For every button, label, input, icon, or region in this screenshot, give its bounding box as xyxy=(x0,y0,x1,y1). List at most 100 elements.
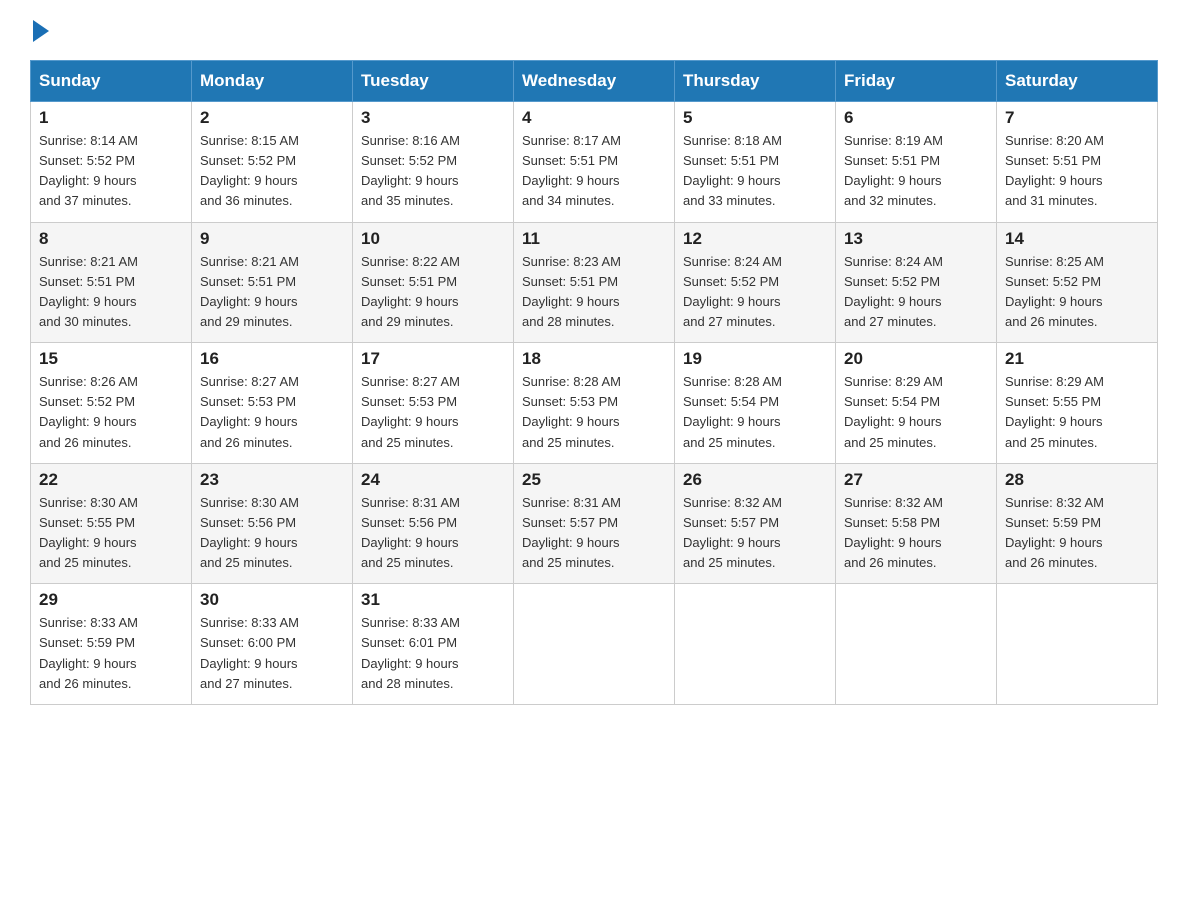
day-info: Sunrise: 8:27 AM Sunset: 5:53 PM Dayligh… xyxy=(200,372,344,453)
calendar-cell xyxy=(836,584,997,705)
calendar-cell: 12 Sunrise: 8:24 AM Sunset: 5:52 PM Dayl… xyxy=(675,222,836,343)
day-number: 12 xyxy=(683,229,827,249)
logo xyxy=(30,20,49,42)
day-info: Sunrise: 8:21 AM Sunset: 5:51 PM Dayligh… xyxy=(39,252,183,333)
day-info: Sunrise: 8:22 AM Sunset: 5:51 PM Dayligh… xyxy=(361,252,505,333)
day-number: 27 xyxy=(844,470,988,490)
day-info: Sunrise: 8:17 AM Sunset: 5:51 PM Dayligh… xyxy=(522,131,666,212)
day-number: 3 xyxy=(361,108,505,128)
day-info: Sunrise: 8:29 AM Sunset: 5:54 PM Dayligh… xyxy=(844,372,988,453)
logo-triangle-icon xyxy=(33,20,49,42)
day-number: 11 xyxy=(522,229,666,249)
day-info: Sunrise: 8:24 AM Sunset: 5:52 PM Dayligh… xyxy=(844,252,988,333)
day-info: Sunrise: 8:29 AM Sunset: 5:55 PM Dayligh… xyxy=(1005,372,1149,453)
weekday-header-saturday: Saturday xyxy=(997,61,1158,102)
calendar-week-row: 8 Sunrise: 8:21 AM Sunset: 5:51 PM Dayli… xyxy=(31,222,1158,343)
calendar-cell: 16 Sunrise: 8:27 AM Sunset: 5:53 PM Dayl… xyxy=(192,343,353,464)
day-number: 29 xyxy=(39,590,183,610)
calendar-cell: 28 Sunrise: 8:32 AM Sunset: 5:59 PM Dayl… xyxy=(997,463,1158,584)
day-info: Sunrise: 8:33 AM Sunset: 6:01 PM Dayligh… xyxy=(361,613,505,694)
day-info: Sunrise: 8:30 AM Sunset: 5:56 PM Dayligh… xyxy=(200,493,344,574)
calendar-cell: 4 Sunrise: 8:17 AM Sunset: 5:51 PM Dayli… xyxy=(514,102,675,223)
calendar-cell: 20 Sunrise: 8:29 AM Sunset: 5:54 PM Dayl… xyxy=(836,343,997,464)
day-info: Sunrise: 8:32 AM Sunset: 5:57 PM Dayligh… xyxy=(683,493,827,574)
day-number: 7 xyxy=(1005,108,1149,128)
day-info: Sunrise: 8:21 AM Sunset: 5:51 PM Dayligh… xyxy=(200,252,344,333)
day-number: 10 xyxy=(361,229,505,249)
day-info: Sunrise: 8:32 AM Sunset: 5:58 PM Dayligh… xyxy=(844,493,988,574)
calendar-cell xyxy=(997,584,1158,705)
calendar-cell: 19 Sunrise: 8:28 AM Sunset: 5:54 PM Dayl… xyxy=(675,343,836,464)
day-number: 14 xyxy=(1005,229,1149,249)
day-number: 21 xyxy=(1005,349,1149,369)
day-info: Sunrise: 8:19 AM Sunset: 5:51 PM Dayligh… xyxy=(844,131,988,212)
day-info: Sunrise: 8:28 AM Sunset: 5:54 PM Dayligh… xyxy=(683,372,827,453)
calendar-cell xyxy=(675,584,836,705)
calendar-cell: 3 Sunrise: 8:16 AM Sunset: 5:52 PM Dayli… xyxy=(353,102,514,223)
day-info: Sunrise: 8:30 AM Sunset: 5:55 PM Dayligh… xyxy=(39,493,183,574)
calendar-cell: 17 Sunrise: 8:27 AM Sunset: 5:53 PM Dayl… xyxy=(353,343,514,464)
calendar-header-row: SundayMondayTuesdayWednesdayThursdayFrid… xyxy=(31,61,1158,102)
calendar-cell: 23 Sunrise: 8:30 AM Sunset: 5:56 PM Dayl… xyxy=(192,463,353,584)
day-number: 19 xyxy=(683,349,827,369)
calendar-week-row: 15 Sunrise: 8:26 AM Sunset: 5:52 PM Dayl… xyxy=(31,343,1158,464)
day-number: 28 xyxy=(1005,470,1149,490)
day-info: Sunrise: 8:25 AM Sunset: 5:52 PM Dayligh… xyxy=(1005,252,1149,333)
day-info: Sunrise: 8:33 AM Sunset: 5:59 PM Dayligh… xyxy=(39,613,183,694)
page-header xyxy=(30,20,1158,42)
day-number: 16 xyxy=(200,349,344,369)
weekday-header-wednesday: Wednesday xyxy=(514,61,675,102)
calendar-week-row: 29 Sunrise: 8:33 AM Sunset: 5:59 PM Dayl… xyxy=(31,584,1158,705)
calendar-cell: 29 Sunrise: 8:33 AM Sunset: 5:59 PM Dayl… xyxy=(31,584,192,705)
day-number: 8 xyxy=(39,229,183,249)
calendar-cell: 26 Sunrise: 8:32 AM Sunset: 5:57 PM Dayl… xyxy=(675,463,836,584)
day-info: Sunrise: 8:31 AM Sunset: 5:57 PM Dayligh… xyxy=(522,493,666,574)
day-number: 9 xyxy=(200,229,344,249)
calendar-cell: 11 Sunrise: 8:23 AM Sunset: 5:51 PM Dayl… xyxy=(514,222,675,343)
day-info: Sunrise: 8:33 AM Sunset: 6:00 PM Dayligh… xyxy=(200,613,344,694)
weekday-header-monday: Monday xyxy=(192,61,353,102)
day-number: 31 xyxy=(361,590,505,610)
calendar-cell: 10 Sunrise: 8:22 AM Sunset: 5:51 PM Dayl… xyxy=(353,222,514,343)
calendar-cell: 6 Sunrise: 8:19 AM Sunset: 5:51 PM Dayli… xyxy=(836,102,997,223)
calendar-cell: 27 Sunrise: 8:32 AM Sunset: 5:58 PM Dayl… xyxy=(836,463,997,584)
day-number: 23 xyxy=(200,470,344,490)
calendar-cell: 14 Sunrise: 8:25 AM Sunset: 5:52 PM Dayl… xyxy=(997,222,1158,343)
day-info: Sunrise: 8:24 AM Sunset: 5:52 PM Dayligh… xyxy=(683,252,827,333)
day-number: 2 xyxy=(200,108,344,128)
day-number: 20 xyxy=(844,349,988,369)
day-number: 30 xyxy=(200,590,344,610)
weekday-header-thursday: Thursday xyxy=(675,61,836,102)
day-info: Sunrise: 8:16 AM Sunset: 5:52 PM Dayligh… xyxy=(361,131,505,212)
day-number: 4 xyxy=(522,108,666,128)
calendar-cell: 9 Sunrise: 8:21 AM Sunset: 5:51 PM Dayli… xyxy=(192,222,353,343)
day-number: 26 xyxy=(683,470,827,490)
calendar-week-row: 1 Sunrise: 8:14 AM Sunset: 5:52 PM Dayli… xyxy=(31,102,1158,223)
calendar-cell: 18 Sunrise: 8:28 AM Sunset: 5:53 PM Dayl… xyxy=(514,343,675,464)
calendar-cell: 8 Sunrise: 8:21 AM Sunset: 5:51 PM Dayli… xyxy=(31,222,192,343)
calendar-cell: 22 Sunrise: 8:30 AM Sunset: 5:55 PM Dayl… xyxy=(31,463,192,584)
day-number: 25 xyxy=(522,470,666,490)
calendar-cell: 24 Sunrise: 8:31 AM Sunset: 5:56 PM Dayl… xyxy=(353,463,514,584)
day-info: Sunrise: 8:14 AM Sunset: 5:52 PM Dayligh… xyxy=(39,131,183,212)
day-info: Sunrise: 8:26 AM Sunset: 5:52 PM Dayligh… xyxy=(39,372,183,453)
day-number: 18 xyxy=(522,349,666,369)
calendar-cell xyxy=(514,584,675,705)
day-info: Sunrise: 8:28 AM Sunset: 5:53 PM Dayligh… xyxy=(522,372,666,453)
calendar-table: SundayMondayTuesdayWednesdayThursdayFrid… xyxy=(30,60,1158,705)
calendar-cell: 30 Sunrise: 8:33 AM Sunset: 6:00 PM Dayl… xyxy=(192,584,353,705)
calendar-cell: 5 Sunrise: 8:18 AM Sunset: 5:51 PM Dayli… xyxy=(675,102,836,223)
calendar-cell: 31 Sunrise: 8:33 AM Sunset: 6:01 PM Dayl… xyxy=(353,584,514,705)
day-number: 5 xyxy=(683,108,827,128)
calendar-cell: 13 Sunrise: 8:24 AM Sunset: 5:52 PM Dayl… xyxy=(836,222,997,343)
day-info: Sunrise: 8:31 AM Sunset: 5:56 PM Dayligh… xyxy=(361,493,505,574)
day-number: 22 xyxy=(39,470,183,490)
calendar-cell: 7 Sunrise: 8:20 AM Sunset: 5:51 PM Dayli… xyxy=(997,102,1158,223)
calendar-cell: 25 Sunrise: 8:31 AM Sunset: 5:57 PM Dayl… xyxy=(514,463,675,584)
calendar-cell: 15 Sunrise: 8:26 AM Sunset: 5:52 PM Dayl… xyxy=(31,343,192,464)
calendar-cell: 1 Sunrise: 8:14 AM Sunset: 5:52 PM Dayli… xyxy=(31,102,192,223)
weekday-header-sunday: Sunday xyxy=(31,61,192,102)
weekday-header-tuesday: Tuesday xyxy=(353,61,514,102)
day-number: 1 xyxy=(39,108,183,128)
day-number: 6 xyxy=(844,108,988,128)
